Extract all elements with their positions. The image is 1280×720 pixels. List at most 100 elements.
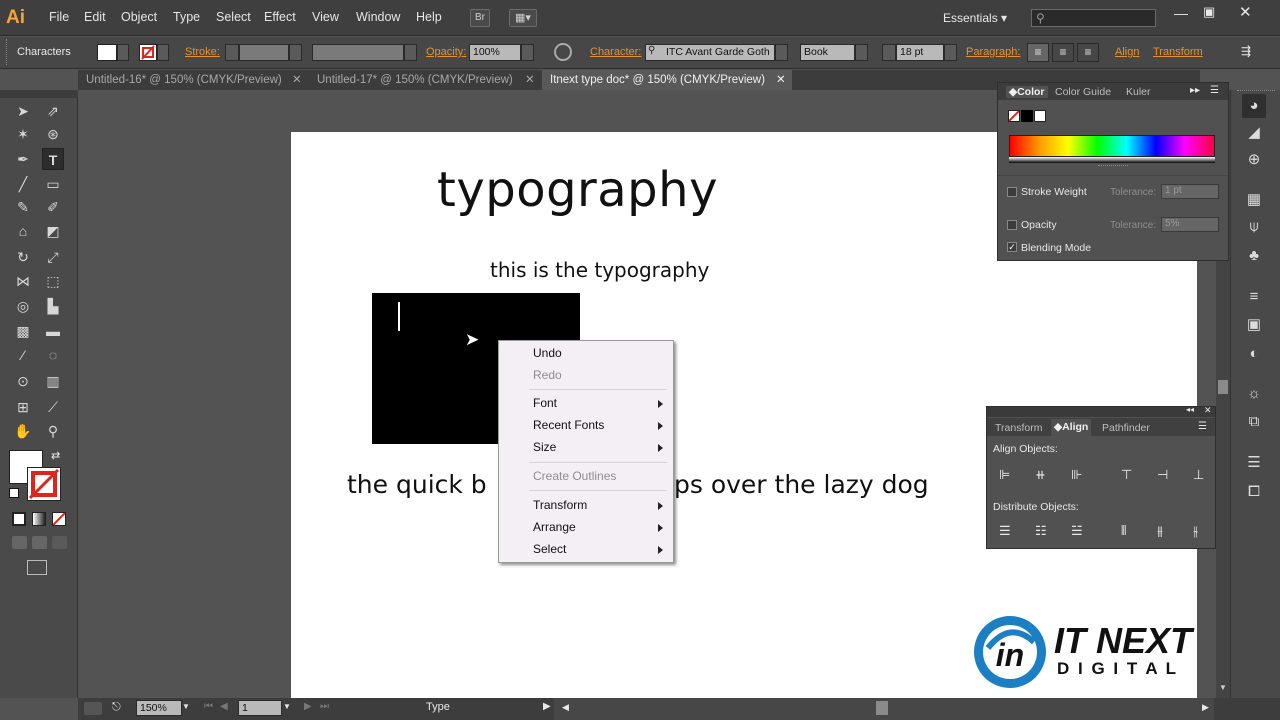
stroke-color-box[interactable] [27,467,61,501]
heading-text[interactable]: typography [437,162,718,218]
symbol-sprayer-tool-icon[interactable]: ⊙ [12,370,34,392]
horizontal-align-left-icon[interactable]: ⊫ [999,467,1010,483]
blob-brush-tool-icon[interactable]: ⌂ [12,220,34,242]
character-link[interactable]: Character: [590,46,641,58]
panel-menu-icon[interactable]: ⇶ [1241,44,1251,58]
vertical-distribute-top-icon[interactable]: ☰ [999,523,1011,539]
vertical-distribute-center-icon[interactable]: ☷ [1035,523,1047,539]
menu-file[interactable]: File [49,10,69,24]
stroke-weight-checkbox[interactable] [1007,187,1017,197]
brushes-icon[interactable]: ⍦ [1242,215,1266,239]
horizontal-align-center-icon[interactable]: ⧺ [1035,467,1046,483]
tab-untitled-16[interactable]: Untitled-16* @ 150% (CMYK/Preview) ✕ [78,70,308,90]
align-center-icon[interactable]: ≡ [1052,43,1074,62]
font-family-dropdown[interactable] [775,44,788,61]
stroke-weight-dropdown[interactable] [289,44,302,61]
stroke-swatch-dropdown[interactable] [157,44,169,61]
close-icon[interactable]: ✕ [525,70,535,90]
zoom-field[interactable]: 150% [136,700,182,716]
direct-selection-tool-icon[interactable]: ⇗ [42,100,64,122]
slice-tool-icon[interactable]: ⟋ [42,396,64,418]
color-guide-icon[interactable]: ◢ [1242,121,1266,145]
search-field[interactable]: ⚲ [1031,9,1156,27]
tab-untitled-17[interactable]: Untitled-17* @ 150% (CMYK/Preview) ✕ [309,70,541,90]
draw-behind-icon[interactable] [32,536,47,549]
tab-color-guide[interactable]: Color Guide [1055,86,1111,98]
body-text-right[interactable]: ps over the lazy dog [674,470,929,499]
tab-itnext-type-doc[interactable]: Itnext type doc* @ 150% (CMYK/Preview) ✕ [542,70,792,90]
panel-menu-icon[interactable]: ☰ [1198,421,1207,432]
align-right-icon[interactable]: ≡ [1077,43,1099,62]
collapse-icon[interactable]: ▸▸ [1190,85,1200,96]
artboards-icon[interactable]: ⧠ [1242,480,1266,504]
paragraph-link[interactable]: Paragraph: [966,46,1020,58]
tab-align[interactable]: ◆Align [1051,419,1092,436]
gradient-tool-icon[interactable]: ▬ [42,320,64,342]
none-swatch[interactable] [1008,110,1020,122]
arrange-documents-button[interactable]: ▦▾ [509,9,537,27]
gradient-icon[interactable]: ▣ [1242,313,1266,337]
share-icon[interactable]: ⎋ [112,701,121,714]
color-spectrum[interactable] [1009,135,1215,157]
eraser-tool-icon[interactable]: ◩ [42,220,64,242]
font-style-field[interactable]: Book [800,44,855,61]
scroll-left-icon[interactable]: ◀ [562,702,569,713]
resize-grip[interactable] [1098,165,1128,169]
subheading-text[interactable]: this is the typography [490,258,709,282]
stroke-weight-field[interactable] [239,44,289,61]
variable-width-profile[interactable] [312,44,404,61]
align-link[interactable]: Align [1115,46,1139,58]
menu-select[interactable]: Select [216,10,251,24]
stroke-link[interactable]: Stroke: [185,46,220,58]
tab-kuler[interactable]: Kuler [1126,86,1151,98]
horizontal-align-right-icon[interactable]: ⊪ [1071,467,1082,483]
artboard-nav-icon[interactable] [84,702,102,715]
eyedropper-tool-icon[interactable]: ⁄ [12,344,34,366]
stroke-stepper[interactable] [225,44,239,61]
appearance-icon[interactable]: ☼ [1242,382,1266,406]
menu-item-recent-fonts[interactable]: Recent Fonts [533,415,604,435]
recolor-icon[interactable] [554,43,572,61]
rotate-tool-icon[interactable]: ↻ [12,246,34,268]
mesh-tool-icon[interactable]: ▩ [12,320,34,342]
pen-tool-icon[interactable]: ✒ [12,148,34,170]
color-panel-icon[interactable]: ◕ [1242,94,1266,118]
fill-dropdown[interactable] [117,44,129,61]
zoom-tool-icon[interactable]: ⚲ [42,420,64,442]
width-tool-icon[interactable]: ⋈ [12,270,34,292]
font-family-field[interactable]: ITC Avant Garde Goth [645,44,775,61]
collapse-icon[interactable]: ◂◂ [1186,405,1194,414]
next-artboard-icon[interactable]: ▶ [304,701,312,712]
lasso-tool-icon[interactable]: ⊛ [42,123,64,145]
scroll-down-icon[interactable]: ▼ [1219,683,1227,692]
draw-normal-icon[interactable] [12,536,27,549]
last-artboard-icon[interactable]: ⏭ [320,701,329,712]
font-size-stepper[interactable] [882,44,896,61]
gradient-mode-icon[interactable] [32,512,46,526]
minimize-icon[interactable]: — [1174,5,1188,21]
font-size-field[interactable]: 18 pt [896,44,944,61]
menu-item-select[interactable]: Select [533,539,566,559]
font-size-dropdown[interactable] [944,44,957,61]
stroke-swatch[interactable] [139,44,157,61]
type-tool-icon[interactable]: T [42,148,64,170]
menu-view[interactable]: View [312,10,339,24]
layers-icon[interactable]: ☰ [1242,451,1266,475]
menu-item-arrange[interactable]: Arrange [533,517,576,537]
menu-item-font[interactable]: Font [533,393,663,413]
swatches-icon[interactable]: ▦ [1242,188,1266,212]
swap-colors-icon[interactable]: ⇄ [51,449,60,462]
free-transform-tool-icon[interactable]: ⬚ [42,270,64,292]
artboard-dropdown-icon[interactable]: ▼ [283,702,291,711]
default-colors-icon[interactable] [9,488,19,498]
status-menu-icon[interactable]: ▶ [543,701,551,712]
close-icon[interactable]: ✕ [292,70,302,90]
transparency-icon[interactable]: ◐ [1242,342,1266,366]
rectangle-tool-icon[interactable]: ▭ [42,173,64,195]
opacity-field[interactable]: 100% [469,44,521,61]
menu-edit[interactable]: Edit [84,10,106,24]
close-icon[interactable]: ✕ [1239,3,1252,21]
menu-item-transform[interactable]: Transform [533,495,587,515]
blend-tool-icon[interactable]: ◌ [42,344,64,366]
line-tool-icon[interactable]: ╱ [12,173,34,195]
